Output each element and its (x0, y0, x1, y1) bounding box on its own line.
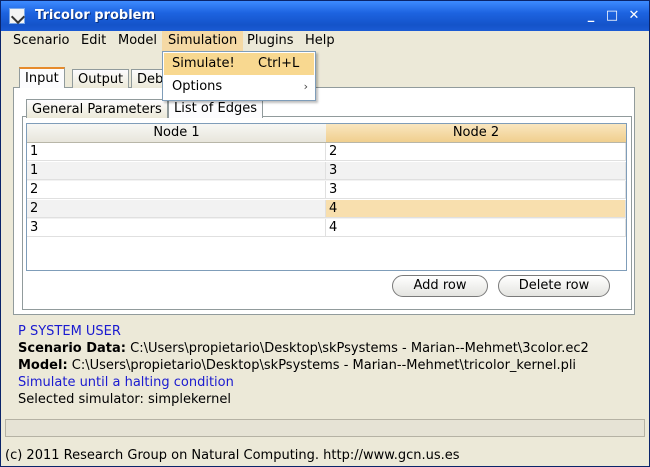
table-cell[interactable]: 3 (326, 162, 626, 180)
scenario-data-label: Scenario Data: (18, 341, 126, 356)
app-window: Tricolor problem _ □ ✕ Scenario Edit Mod… (0, 0, 650, 467)
table-row[interactable]: 3 4 (27, 219, 626, 238)
close-icon[interactable]: ✕ (624, 6, 644, 25)
model-line: Model: C:\Users\propietario\Desktop\skPs… (18, 358, 576, 373)
maximize-icon[interactable]: □ (602, 6, 622, 25)
edges-table: Node 1 Node 2 1 2 1 3 2 3 2 4 3 4 (26, 123, 627, 271)
table-cell[interactable]: 1 (27, 162, 326, 180)
title-bar: Tricolor problem _ □ ✕ (1, 1, 649, 31)
table-row[interactable]: 2 4 (27, 200, 626, 219)
progress-bar (5, 419, 645, 437)
table-cell-selected[interactable]: 4 (326, 200, 626, 218)
simulate-label: Simulate! (172, 56, 235, 71)
table-row[interactable]: 1 3 (27, 162, 626, 181)
column-header-node-2[interactable]: Node 2 (326, 124, 626, 143)
model-path: C:\Users\propietario\Desktop\skPsystems … (71, 358, 577, 373)
menu-plugins[interactable]: Plugins (241, 31, 300, 51)
menu-edit[interactable]: Edit (75, 31, 112, 51)
tab-output[interactable]: Output (72, 69, 130, 88)
submenu-arrow-icon: › (303, 80, 308, 93)
user-header: P SYSTEM USER (18, 324, 121, 339)
table-cell[interactable]: 2 (326, 143, 626, 161)
model-label: Model: (18, 358, 68, 373)
scenario-data-line: Scenario Data: C:\Users\propietario\Desk… (18, 341, 589, 356)
app-icon (9, 8, 26, 25)
menu-item-simulate[interactable]: Simulate! Ctrl+L (164, 53, 314, 75)
table-cell[interactable]: 3 (326, 181, 626, 199)
menu-scenario[interactable]: Scenario (7, 31, 76, 51)
subtab-general-parameters[interactable]: General Parameters (26, 99, 168, 118)
table-cell[interactable]: 2 (27, 181, 326, 199)
tab-input[interactable]: Input (19, 67, 65, 88)
table-cell[interactable]: 1 (27, 143, 326, 161)
column-header-node-1[interactable]: Node 1 (27, 124, 327, 143)
table-header: Node 1 Node 2 (27, 124, 626, 143)
window-title: Tricolor problem (35, 8, 156, 23)
scenario-data-path: C:\Users\propietario\Desktop\skPsystems … (130, 341, 589, 356)
simulation-menu: Simulate! Ctrl+L Options › (162, 51, 316, 101)
simulate-shortcut: Ctrl+L (258, 56, 300, 71)
menu-item-options[interactable]: Options › (164, 76, 314, 98)
table-row[interactable]: 2 3 (27, 181, 626, 200)
menu-simulation[interactable]: Simulation (162, 31, 244, 51)
options-label: Options (172, 79, 223, 94)
table-cell[interactable]: 2 (27, 200, 326, 218)
delete-row-button[interactable]: Delete row (498, 275, 610, 297)
minimize-icon[interactable]: _ (581, 6, 601, 25)
menu-model[interactable]: Model (112, 31, 163, 51)
selected-simulator: Selected simulator: simplekernel (18, 392, 231, 407)
add-row-button[interactable]: Add row (392, 275, 488, 297)
table-cell[interactable]: 3 (27, 219, 326, 237)
table-cell[interactable]: 4 (326, 219, 626, 237)
table-row[interactable]: 1 2 (27, 143, 626, 162)
simulate-condition: Simulate until a halting condition (18, 375, 234, 390)
menu-bar: Scenario Edit Model Simulation Plugins H… (1, 31, 649, 51)
menu-help[interactable]: Help (299, 31, 341, 51)
status-bar-text: (c) 2011 Research Group on Natural Compu… (5, 448, 460, 463)
